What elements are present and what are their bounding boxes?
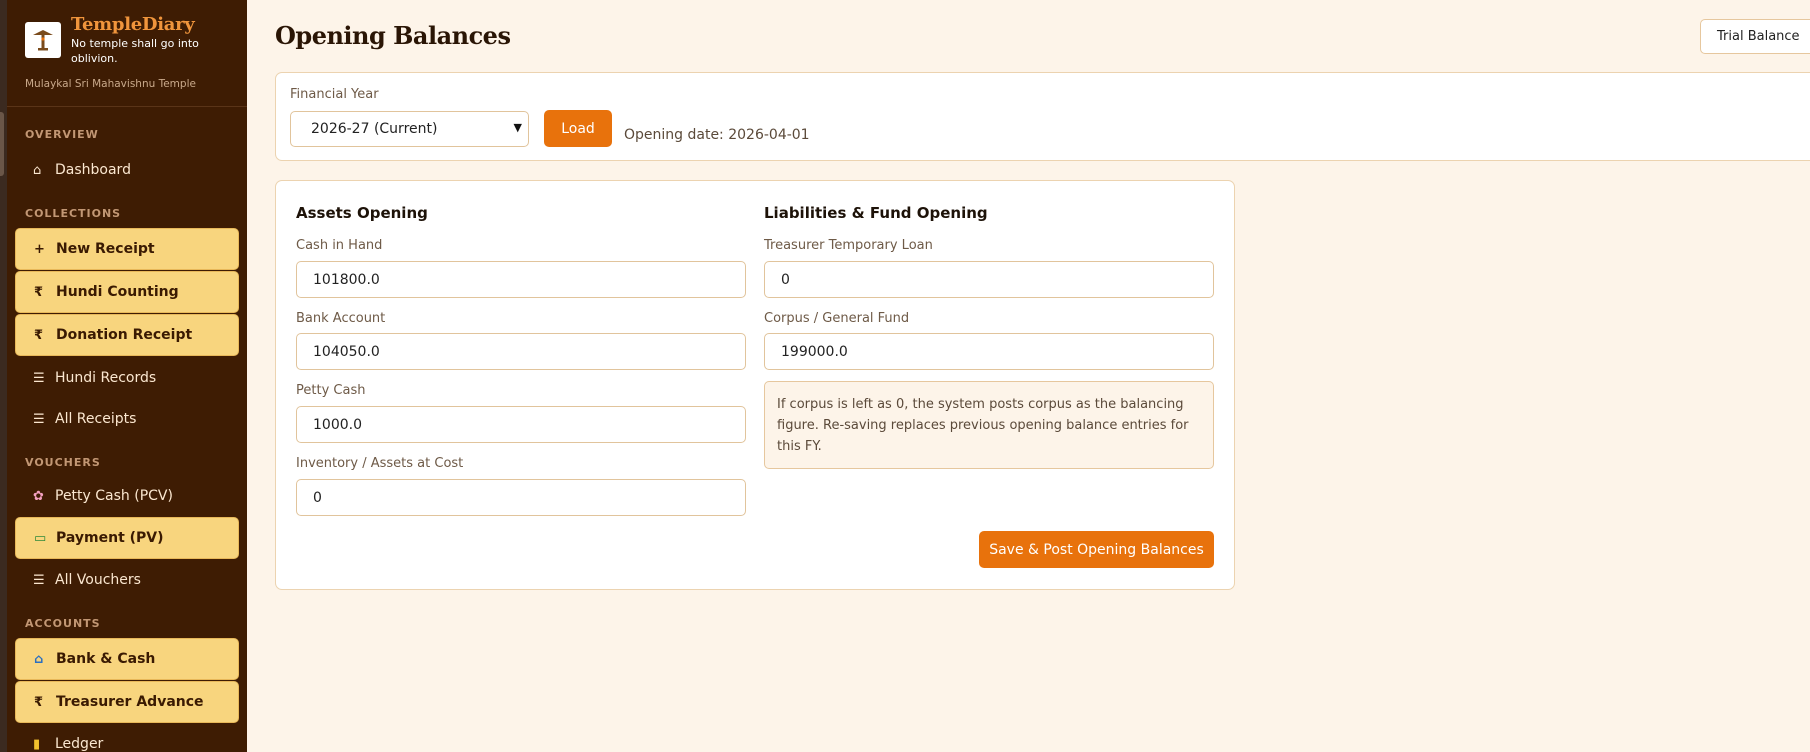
sidebar-item-payment[interactable]: ▭ Payment (PV) [15,517,239,559]
sidebar-item-label: Petty Cash (PCV) [55,488,173,504]
sidebar-item-label: All Vouchers [55,572,141,588]
save-post-button[interactable]: Save & Post Opening Balances [979,531,1214,568]
plus-icon: + [34,241,45,257]
rupee-icon: ₹ [34,284,44,300]
list-icon: ☰ [33,370,45,386]
section-collections: COLLECTIONS [25,207,122,220]
sidebar: TempleDiary No temple shall go into obli… [7,0,247,752]
sidebar-item-label: Bank & Cash [56,651,156,667]
flower-icon: ✿ [33,488,44,504]
money-icon: ▭ [34,530,47,546]
inventory-input[interactable]: 0 [296,479,746,516]
financial-year-select[interactable]: 2026-27 (Current) ▼ [290,111,529,147]
list-icon: ☰ [33,411,45,427]
chevron-down-icon: ▼ [513,121,522,134]
opening-balances-card: Assets Opening Cash in Hand 101800.0 Ban… [275,180,1235,590]
opening-date: Opening date: 2026-04-01 [624,127,810,143]
cash-in-hand-input[interactable]: 101800.0 [296,261,746,298]
sidebar-item-label: Donation Receipt [56,327,193,343]
bank-icon: ⌂ [34,651,44,667]
rupee-icon: ₹ [34,327,44,343]
sidebar-item-donation-receipt[interactable]: ₹ Donation Receipt [15,314,239,356]
sidebar-item-dashboard[interactable]: ⌂ Dashboard [15,149,239,191]
window-edge-tab [0,112,4,176]
sidebar-item-hundi-counting[interactable]: ₹ Hundi Counting [15,271,239,313]
petty-cash-label: Petty Cash [296,383,366,398]
sidebar-item-treasurer-advance[interactable]: ₹ Treasurer Advance [15,681,239,723]
corpus-label: Corpus / General Fund [764,311,910,326]
cash-in-hand-label: Cash in Hand [296,238,383,253]
financial-year-value: 2026-27 (Current) [311,121,438,137]
corpus-input[interactable]: 199000.0 [764,333,1214,370]
rupee-icon: ₹ [34,694,44,710]
list-icon: ☰ [33,572,45,588]
sidebar-item-ledger[interactable]: ▮ Ledger [15,723,239,752]
assets-heading: Assets Opening [296,204,428,222]
sidebar-item-label: New Receipt [56,241,155,257]
trial-balance-button[interactable]: Trial Balance [1700,19,1810,54]
temple-logo-icon [25,22,61,58]
sidebar-item-petty-cash[interactable]: ✿ Petty Cash (PCV) [15,475,239,517]
sidebar-item-label: Hundi Counting [56,284,179,300]
inventory-label: Inventory / Assets at Cost [296,456,464,471]
sidebar-item-label: Ledger [55,736,104,752]
temple-name: Mulaykal Sri Mahavishnu Temple [25,78,196,90]
main-content: Opening Balances Trial Balance Financial… [247,0,1810,752]
bank-account-input[interactable]: 104050.0 [296,333,746,370]
petty-cash-input[interactable]: 1000.0 [296,406,746,443]
sidebar-item-all-vouchers[interactable]: ☰ All Vouchers [15,559,239,601]
sidebar-divider [7,106,247,107]
sidebar-item-label: All Receipts [55,411,137,427]
sidebar-item-bank-cash[interactable]: ⌂ Bank & Cash [15,638,239,680]
financial-year-card: Financial Year 2026-27 (Current) ▼ Load … [275,72,1810,161]
corpus-note: If corpus is left as 0, the system posts… [764,381,1214,469]
brand-name: TempleDiary [71,14,195,35]
page-title: Opening Balances [275,21,511,50]
section-accounts: ACCOUNTS [25,617,101,630]
home-icon: ⌂ [33,162,42,178]
sidebar-item-label: Treasurer Advance [56,694,204,710]
treasurer-loan-label: Treasurer Temporary Loan [764,238,933,253]
sidebar-item-label: Hundi Records [55,370,157,386]
brand-tagline: No temple shall go into oblivion. [71,37,199,65]
ledger-icon: ▮ [33,736,41,752]
sidebar-item-label: Payment (PV) [56,530,164,546]
section-overview: OVERVIEW [25,128,99,141]
section-vouchers: VOUCHERS [25,456,101,469]
liabilities-heading: Liabilities & Fund Opening [764,204,988,222]
sidebar-item-new-receipt[interactable]: + New Receipt [15,228,239,270]
load-button[interactable]: Load [544,110,612,147]
financial-year-label: Financial Year [290,87,379,102]
sidebar-item-label: Dashboard [55,162,131,178]
bank-account-label: Bank Account [296,311,386,326]
treasurer-loan-input[interactable]: 0 [764,261,1214,298]
sidebar-item-all-receipts[interactable]: ☰ All Receipts [15,398,239,440]
sidebar-item-hundi-records[interactable]: ☰ Hundi Records [15,357,239,399]
